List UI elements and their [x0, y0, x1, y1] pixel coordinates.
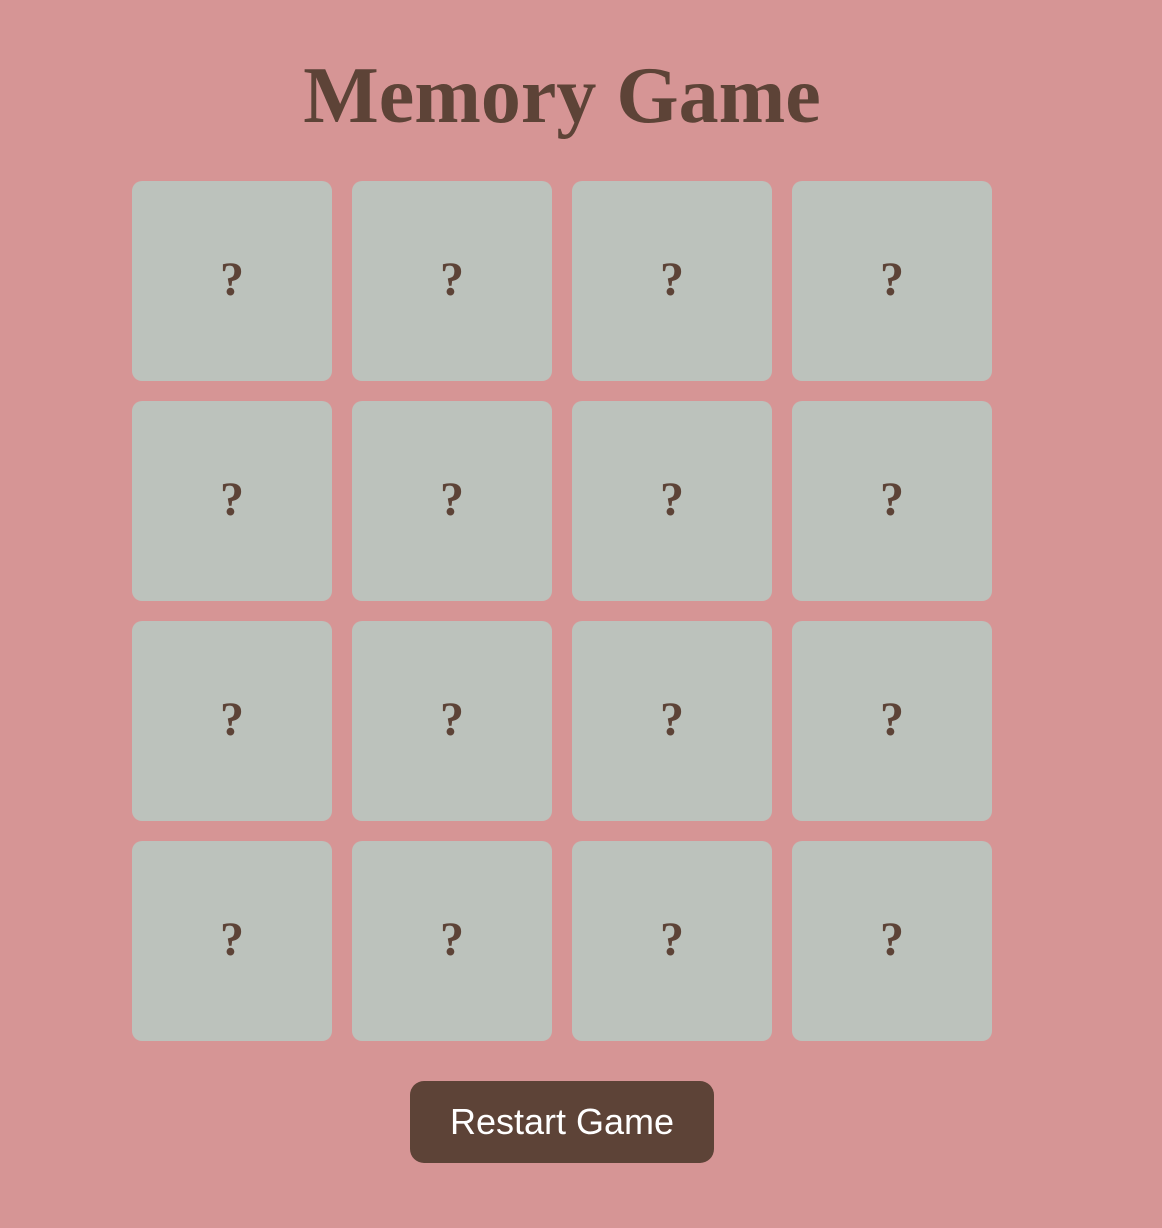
memory-card[interactable]: ? [792, 181, 992, 381]
card-face-label: ? [220, 473, 244, 526]
card-face-label: ? [440, 913, 464, 966]
memory-card[interactable]: ? [792, 401, 992, 601]
card-face-label: ? [880, 473, 904, 526]
memory-card[interactable]: ? [132, 181, 332, 381]
memory-card[interactable]: ? [132, 621, 332, 821]
memory-card[interactable]: ? [132, 401, 332, 601]
memory-card[interactable]: ? [572, 181, 772, 381]
restart-game-button[interactable]: Restart Game [410, 1081, 714, 1163]
memory-card[interactable]: ? [572, 621, 772, 821]
card-face-label: ? [440, 253, 464, 306]
card-face-label: ? [660, 473, 684, 526]
memory-card[interactable]: ? [792, 841, 992, 1041]
card-face-label: ? [220, 693, 244, 746]
card-face-label: ? [660, 693, 684, 746]
memory-card[interactable]: ? [352, 181, 552, 381]
card-face-label: ? [220, 913, 244, 966]
card-face-label: ? [880, 693, 904, 746]
memory-card[interactable]: ? [572, 401, 772, 601]
memory-card[interactable]: ? [572, 841, 772, 1041]
card-face-label: ? [660, 913, 684, 966]
card-grid: ? ? ? ? ? ? ? ? ? ? ? ? ? ? ? ? [132, 181, 992, 1041]
memory-card[interactable]: ? [352, 401, 552, 601]
memory-card[interactable]: ? [352, 621, 552, 821]
memory-card[interactable]: ? [792, 621, 992, 821]
memory-card[interactable]: ? [132, 841, 332, 1041]
card-face-label: ? [220, 253, 244, 306]
card-face-label: ? [440, 693, 464, 746]
memory-card[interactable]: ? [352, 841, 552, 1041]
page-title: Memory Game [303, 52, 821, 140]
card-face-label: ? [440, 473, 464, 526]
card-face-label: ? [880, 913, 904, 966]
card-face-label: ? [880, 253, 904, 306]
card-face-label: ? [660, 253, 684, 306]
